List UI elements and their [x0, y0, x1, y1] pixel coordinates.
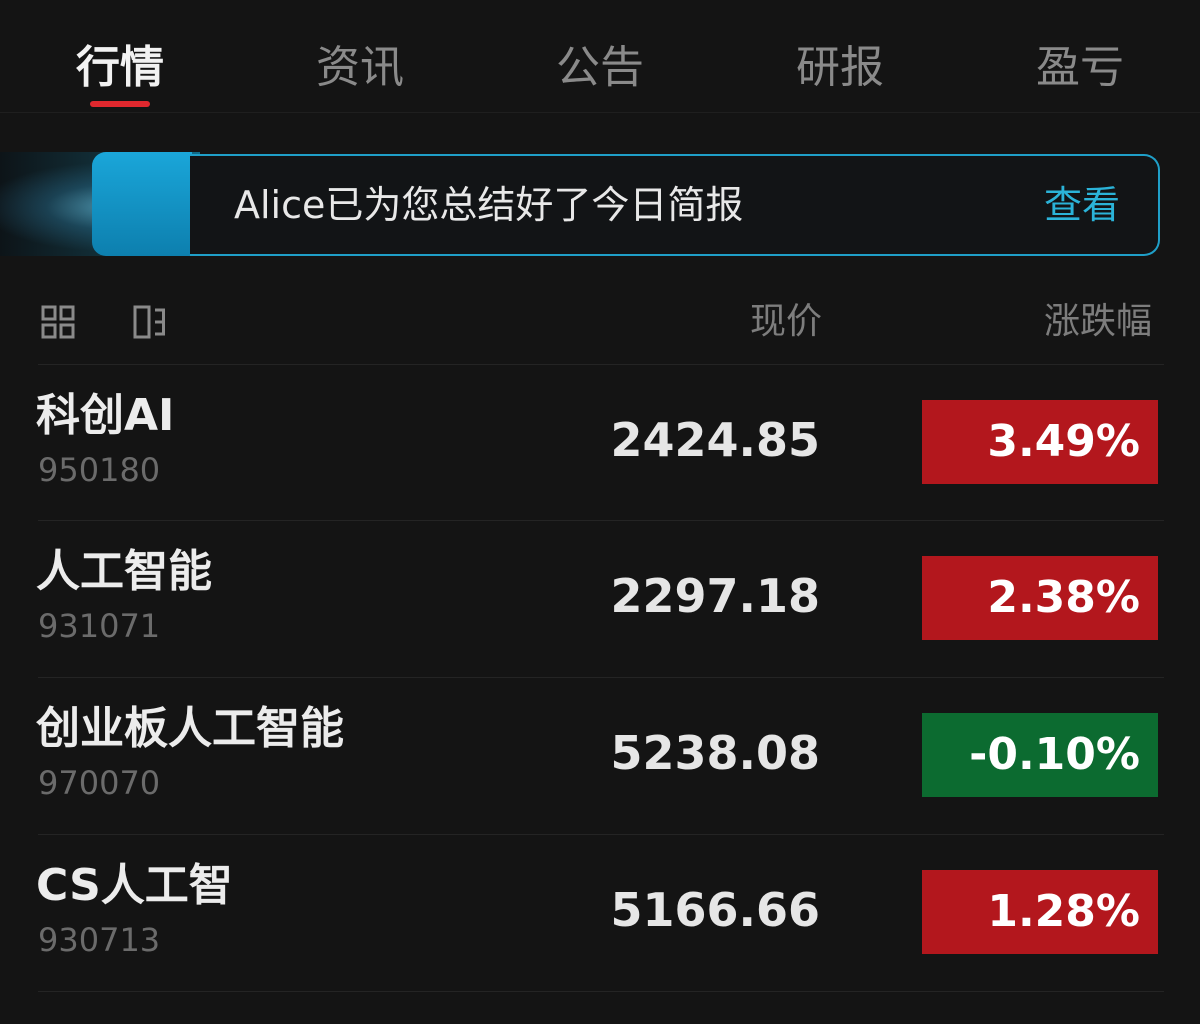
table-row[interactable]: 创业板人工智能 970070 5238.08 -0.10%	[0, 677, 1200, 833]
index-name: 科创AI	[36, 390, 175, 441]
list-header: 现价 涨跌幅	[0, 290, 1200, 364]
change-badge: -0.10%	[922, 713, 1158, 797]
banner-decoration	[0, 152, 200, 256]
index-name: 创业板人工智能	[36, 703, 344, 754]
list-divider	[38, 991, 1164, 992]
tab-research[interactable]: 研报	[770, 38, 910, 98]
table-row[interactable]: 人工智能 931071 2297.18 2.38%	[0, 520, 1200, 676]
tab-profit-loss[interactable]: 盈亏	[1010, 38, 1150, 98]
banner-message: Alice已为您总结好了今日简报	[234, 183, 744, 227]
index-code: 950180	[38, 451, 161, 489]
app-root: 行情 资讯 公告 研报 盈亏 Alice已为您总结好了今日简报 查看 现价 涨跌…	[0, 0, 1200, 1024]
view-brief-button[interactable]: 查看	[1044, 178, 1120, 232]
change-badge: 1.28%	[922, 870, 1158, 954]
table-row[interactable]: CS人工智 930713 5166.66 1.28%	[0, 834, 1200, 990]
index-name: CS人工智	[36, 860, 233, 911]
change-column-header[interactable]: 涨跌幅	[1044, 296, 1152, 348]
index-price: 5238.08	[610, 726, 820, 780]
grid-view-icon[interactable]	[40, 304, 76, 340]
index-code: 930713	[38, 921, 161, 959]
table-row[interactable]: 科创AI 950180 2424.85 3.49%	[0, 364, 1200, 520]
tab-announcements[interactable]: 公告	[530, 38, 670, 98]
top-tab-bar: 行情 资讯 公告 研报 盈亏	[0, 0, 1200, 113]
change-badge: 2.38%	[922, 556, 1158, 640]
index-price: 5166.66	[610, 883, 820, 937]
list-toggle-icon[interactable]	[132, 304, 168, 340]
active-tab-indicator	[90, 101, 150, 107]
index-price: 2297.18	[610, 569, 820, 623]
index-name: 人工智能	[36, 546, 212, 597]
price-column-header[interactable]: 现价	[750, 296, 822, 348]
tab-news[interactable]: 资讯	[290, 38, 430, 98]
tab-market[interactable]: 行情	[50, 38, 190, 98]
change-badge: 3.49%	[922, 400, 1158, 484]
banner-accent-bar	[92, 152, 192, 256]
index-code: 970070	[38, 764, 161, 802]
index-price: 2424.85	[610, 413, 820, 467]
index-code: 931071	[38, 607, 161, 645]
daily-brief-banner[interactable]: Alice已为您总结好了今日简报 查看	[190, 154, 1160, 256]
